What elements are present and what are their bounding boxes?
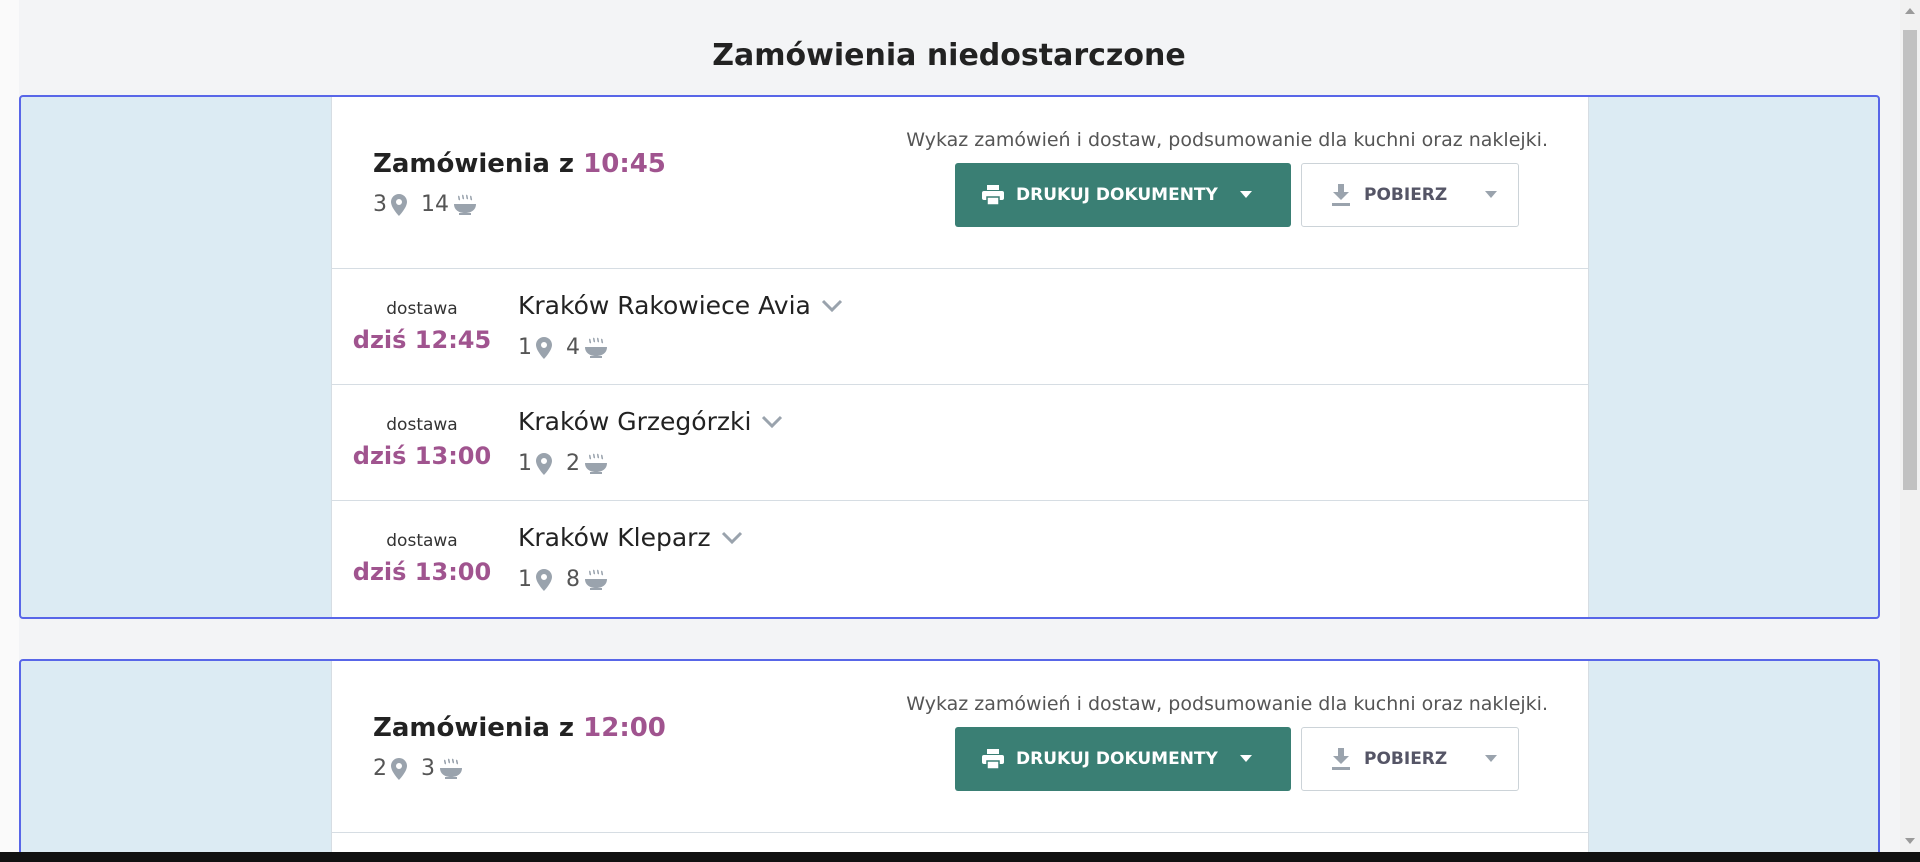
order-group-title: Zamówienia z 10:45 — [373, 149, 666, 179]
locations-count: 1 — [518, 567, 552, 592]
order-group-title: Zamówienia z 12:00 — [373, 713, 666, 743]
download-icon — [1332, 748, 1350, 770]
locations-count-value: 1 — [518, 451, 532, 476]
download-button[interactable]: POBIERZ — [1301, 727, 1519, 791]
locations-count: 1 — [518, 335, 552, 360]
window-bottom-edge — [0, 852, 1920, 862]
steaming-bowl-icon — [454, 194, 476, 215]
scroll-down-arrow-icon[interactable] — [1905, 838, 1915, 844]
locations-count: 1 — [518, 451, 552, 476]
print-documents-label: DRUKUJ DOKUMENTY — [1016, 185, 1218, 205]
order-group-title-prefix: Zamówienia z — [373, 713, 575, 743]
delivery-time: dziś 13:00 — [352, 558, 492, 586]
locations-count-value: 1 — [518, 567, 532, 592]
chevron-down-icon — [721, 531, 742, 544]
delivery-row: dostawa dziś 12:45 Kraków Rakowiece Avia… — [332, 269, 1588, 385]
order-group-stats: 3 14 — [373, 192, 491, 217]
chevron-down-icon — [762, 415, 783, 428]
delivery-label: dostawa — [386, 299, 458, 319]
delivery-label: dostawa — [386, 415, 458, 435]
location-pin-icon — [536, 336, 552, 359]
locations-count-value: 2 — [373, 756, 387, 781]
location-pin-icon — [536, 452, 552, 475]
documents-description: Wykaz zamówień i dostaw, podsumowanie dl… — [906, 693, 1548, 715]
delivery-location-name: Kraków Grzegórzki — [518, 407, 752, 436]
order-group-title-prefix: Zamówienia z — [373, 149, 575, 179]
meals-count: 4 — [566, 335, 608, 360]
meals-count-value: 3 — [421, 756, 435, 781]
caret-down-icon — [1485, 191, 1498, 198]
download-label: POBIERZ — [1364, 749, 1448, 769]
order-group-time: 12:00 — [583, 713, 666, 743]
download-label: POBIERZ — [1364, 185, 1448, 205]
meals-count: 3 — [421, 756, 463, 781]
print-documents-button[interactable]: DRUKUJ DOKUMENTY — [955, 727, 1291, 791]
locations-count: 3 — [373, 192, 407, 217]
meals-count: 8 — [566, 567, 608, 592]
delivery-time: dziś 13:00 — [352, 442, 492, 470]
vertical-scrollbar[interactable] — [1900, 0, 1920, 852]
meals-count-value: 14 — [421, 192, 449, 217]
order-group: Zamówienia z 12:00 2 3 Wykaz zamówień i … — [19, 659, 1880, 862]
delivery-stats: 1 4 — [518, 335, 622, 360]
steaming-bowl-icon — [585, 337, 607, 358]
steaming-bowl-icon — [585, 453, 607, 474]
meals-count-value: 2 — [566, 451, 580, 476]
print-documents-button[interactable]: DRUKUJ DOKUMENTY — [955, 163, 1291, 227]
order-group-header: Zamówienia z 12:00 2 3 Wykaz zamówień i … — [332, 661, 1588, 833]
steaming-bowl-icon — [585, 569, 607, 590]
delivery-location-name: Kraków Rakowiece Avia — [518, 291, 811, 320]
location-pin-icon — [391, 757, 407, 780]
download-icon — [1332, 184, 1350, 206]
steaming-bowl-icon — [440, 758, 462, 779]
order-group-card: Zamówienia z 10:45 3 14 Wykaz zamówień i… — [331, 97, 1589, 617]
locations-count: 2 — [373, 756, 407, 781]
delivery-location-toggle[interactable]: Kraków Rakowiece Avia — [518, 291, 843, 320]
print-documents-label: DRUKUJ DOKUMENTY — [1016, 749, 1218, 769]
order-group-time: 10:45 — [583, 149, 666, 179]
download-button[interactable]: POBIERZ — [1301, 163, 1519, 227]
printer-icon — [982, 749, 1004, 769]
caret-down-icon — [1239, 755, 1252, 762]
documents-description: Wykaz zamówień i dostaw, podsumowanie dl… — [906, 129, 1548, 151]
meals-count-value: 4 — [566, 335, 580, 360]
locations-count-value: 3 — [373, 192, 387, 217]
caret-down-icon — [1239, 191, 1252, 198]
meals-count: 14 — [421, 192, 477, 217]
locations-count-value: 1 — [518, 335, 532, 360]
chevron-down-icon — [821, 299, 842, 312]
order-group: Zamówienia z 10:45 3 14 Wykaz zamówień i… — [19, 95, 1880, 619]
delivery-location-toggle[interactable]: Kraków Grzegórzki — [518, 407, 783, 436]
delivery-row: dostawa dziś 13:00 Kraków Kleparz 1 8 — [332, 501, 1588, 617]
order-group-header: Zamówienia z 10:45 3 14 Wykaz zamówień i… — [332, 97, 1588, 269]
delivery-stats: 1 2 — [518, 451, 622, 476]
caret-down-icon — [1485, 755, 1498, 762]
delivery-location-name: Kraków Kleparz — [518, 523, 711, 552]
delivery-row: dostawa dziś 13:00 Kraków Grzegórzki 1 2 — [332, 385, 1588, 501]
order-group-card: Zamówienia z 12:00 2 3 Wykaz zamówień i … — [331, 661, 1589, 862]
order-group-stats: 2 3 — [373, 756, 477, 781]
delivery-label: dostawa — [386, 531, 458, 551]
page-left-edge — [0, 0, 19, 852]
page-title: Zamówienia niedostarczone — [712, 38, 1186, 73]
meals-count-value: 8 — [566, 567, 580, 592]
delivery-stats: 1 8 — [518, 567, 622, 592]
location-pin-icon — [536, 568, 552, 591]
location-pin-icon — [391, 193, 407, 216]
printer-icon — [982, 185, 1004, 205]
scroll-up-arrow-icon[interactable] — [1905, 8, 1915, 14]
delivery-location-toggle[interactable]: Kraków Kleparz — [518, 523, 743, 552]
scrollbar-thumb[interactable] — [1903, 30, 1917, 490]
delivery-time: dziś 12:45 — [352, 326, 492, 354]
meals-count: 2 — [566, 451, 608, 476]
